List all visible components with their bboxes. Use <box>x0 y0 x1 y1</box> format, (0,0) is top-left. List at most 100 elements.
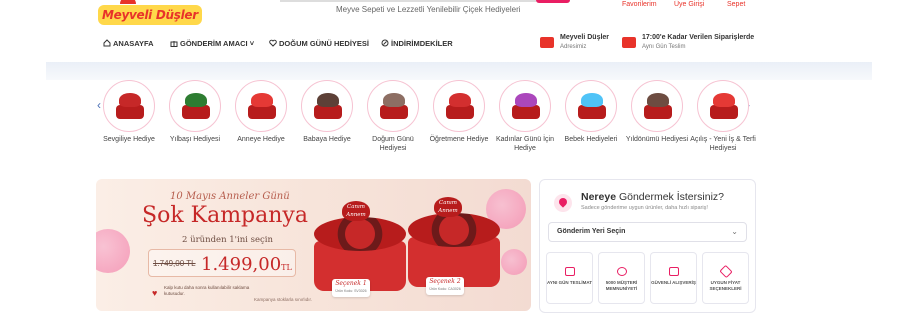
truck-icon <box>564 267 575 276</box>
category-label: Babaya Hediye <box>303 136 351 143</box>
new-price: 1.499,00TL <box>201 254 292 275</box>
category-label: Yıldönümü Hediyesi <box>625 136 689 143</box>
site-tagline: Meyve Sepeti ve Lezzetli Yenilebilir Çiç… <box>336 5 521 14</box>
address-title: Meyveli Düşler <box>560 34 610 41</box>
option-1-heart-tag: Canım Annem <box>342 201 370 221</box>
nav-birthday[interactable]: DOĞUM GÜNÜ HEDİYESİ <box>269 39 369 48</box>
nav-purpose[interactable]: GÖNDERİM AMACI ˅ <box>170 39 254 48</box>
category-label: Yılbaşı Hediyesi <box>169 136 221 143</box>
feature-price: UYGUN FİYAT SEÇENEKLERİ <box>702 252 749 304</box>
delivery-title: 17:00'e Kadar Verilen Siparişlerde <box>642 34 755 41</box>
divider-band <box>46 62 872 80</box>
currency: TL <box>281 263 292 272</box>
category-item[interactable]: Babaya Hediye <box>294 80 360 144</box>
flower-decoration <box>501 249 527 275</box>
old-price: 1.749,00 TL <box>153 259 196 268</box>
category-item[interactable]: Yılbaşı Hediyesi <box>162 80 228 144</box>
delivery-subtitle: Aynı Gün Teslim <box>642 44 686 50</box>
feature-label: GÜVENLİ ALIŞVERİŞ <box>651 280 696 285</box>
option-1-code: Ürün Kodu: SV3026 <box>335 289 367 293</box>
select-value: Gönderim Yeri Seçin <box>557 228 626 235</box>
category-label: Bebek Hediyeleri <box>564 136 618 143</box>
category-label: Açılış - Yeni İş & Terfi Hediyesi <box>690 136 756 152</box>
category-item[interactable]: Bebek Hediyeleri <box>558 80 624 144</box>
category-label: Öğretmene Hediye <box>429 136 489 143</box>
top-bar: Meyveli Düşler Meyve Sepeti ve Lezzetli … <box>0 0 918 26</box>
panel-subtitle: Sadece gönderime uygun ürünler, daha hız… <box>581 205 708 211</box>
banner-fine-print: Kampanya stoklarla sınırlıdır. <box>254 297 313 302</box>
banner-note: Kalp kutu daha sonra kullanılabilir sakl… <box>164 285 250 296</box>
option-2-name: Seçenek 2 <box>429 278 461 285</box>
flower-cake-icon <box>235 80 287 132</box>
category-item[interactable]: Yıldönümü Hediyesi <box>624 80 690 144</box>
teddy-bear-icon <box>565 80 617 132</box>
category-item[interactable]: Sevgiliye Hediye <box>96 80 162 144</box>
search-bar[interactable] <box>280 0 570 2</box>
christmas-tree-icon <box>169 80 221 132</box>
banner-subtitle: 10 Mayıs Anneler Günü <box>170 191 290 202</box>
delivery-location-panel: Nereye Göndermek İstersiniz? Sadece gönd… <box>539 179 756 313</box>
chevron-down-icon: ⌄ <box>731 227 738 236</box>
gift-icon <box>170 39 178 47</box>
logo-fruit-icon <box>120 0 136 4</box>
login-link[interactable]: Üye Girişi <box>674 1 704 8</box>
heart-icon <box>269 39 277 47</box>
nav-home[interactable]: ANASAYFA <box>103 39 154 48</box>
banner-offer: 2 üründen 1'ini seçin <box>182 235 273 245</box>
fruit-tower-icon <box>631 80 683 132</box>
search-button[interactable] <box>536 0 570 3</box>
main-nav: ANASAYFA GÖNDERİM AMACI ˅ DOĞUM GÜNÜ HED… <box>98 34 758 54</box>
nav-deals[interactable]: İNDİRİMDEKİLER <box>381 39 453 48</box>
smile-icon <box>616 267 627 276</box>
chocolate-cake-icon <box>301 80 353 132</box>
category-item[interactable]: Öğretmene Hediye <box>426 80 492 144</box>
heart-box-icon <box>433 80 485 132</box>
panel-title-rest: Göndermek İstersiniz? <box>616 191 724 203</box>
panel-title-bold: Nereye <box>581 191 617 203</box>
chevron-down-icon: ˅ <box>247 39 255 48</box>
heart-icon: ♥ <box>152 288 158 298</box>
category-label: Sevgiliye Hediye <box>103 136 155 143</box>
new-price-value: 1.499,00 <box>201 254 282 275</box>
option-1-card: Seçenek 1 Ürün Kodu: SV3026 <box>332 279 370 297</box>
option-2-code: Ürün Kodu: CA3026 <box>429 287 461 291</box>
favorites-link[interactable]: Favorilerim <box>622 1 657 8</box>
delivery-location-select[interactable]: Gönderim Yeri Seçin ⌄ <box>548 222 747 242</box>
price-box: 1.749,00 TL 1.499,00TL <box>148 249 296 277</box>
category-label: Kadınlar Günü İçin Hediye <box>496 136 554 152</box>
delivery-truck-icon <box>622 37 636 48</box>
category-label: Anneye Hediye <box>237 136 285 143</box>
feature-label: AYNI GÜN TESLİMAT <box>547 280 593 285</box>
cart-link[interactable]: Sepet <box>727 1 745 8</box>
feature-satisfaction: 5000 MÜŞTERİ MEMNUNİYETİ <box>598 252 645 304</box>
heart-cake-icon <box>103 80 155 132</box>
category-item[interactable]: Kadınlar Günü İçin Hediye <box>492 80 558 153</box>
site-logo[interactable]: Meyveli Düşler <box>98 5 202 25</box>
flower-decoration <box>96 229 130 273</box>
location-pin-icon <box>554 194 572 212</box>
category-item[interactable]: Anneye Hediye <box>228 80 294 144</box>
feature-label: UYGUN FİYAT SEÇENEKLERİ <box>709 280 742 291</box>
discount-icon <box>381 39 389 47</box>
campaign-banner[interactable]: 10 Mayıs Anneler Günü Şok Kampanya 2 ürü… <box>96 179 531 311</box>
banner-title: Şok Kampanya <box>142 203 308 228</box>
category-item[interactable]: Doğum Günü Hediyesi <box>360 80 426 153</box>
fruit-bouquet-icon <box>697 80 749 132</box>
lock-icon <box>668 267 679 276</box>
number-eight-cake-icon <box>499 80 551 132</box>
panel-title: Nereye Göndermek İstersiniz? <box>581 191 724 203</box>
birthday-cake-icon <box>367 80 419 132</box>
feature-same-day: AYNI GÜN TESLİMAT <box>546 252 593 304</box>
tag-icon <box>718 264 733 279</box>
category-label: Doğum Günü Hediyesi <box>372 136 414 152</box>
nav-deals-label: İNDİRİMDEKİLER <box>391 39 453 48</box>
option-1-name: Seçenek 1 <box>335 280 367 287</box>
cake-option-2-top <box>408 213 500 247</box>
category-item[interactable]: Açılış - Yeni İş & Terfi Hediyesi <box>690 80 756 153</box>
store-icon <box>540 37 554 48</box>
nav-home-label: ANASAYFA <box>113 39 154 48</box>
home-icon <box>103 39 111 47</box>
nav-birthday-label: DOĞUM GÜNÜ HEDİYESİ <box>279 39 370 48</box>
option-2-card: Seçenek 2 Ürün Kodu: CA3026 <box>426 277 464 295</box>
address-subtitle: Adresimiz <box>560 44 587 50</box>
